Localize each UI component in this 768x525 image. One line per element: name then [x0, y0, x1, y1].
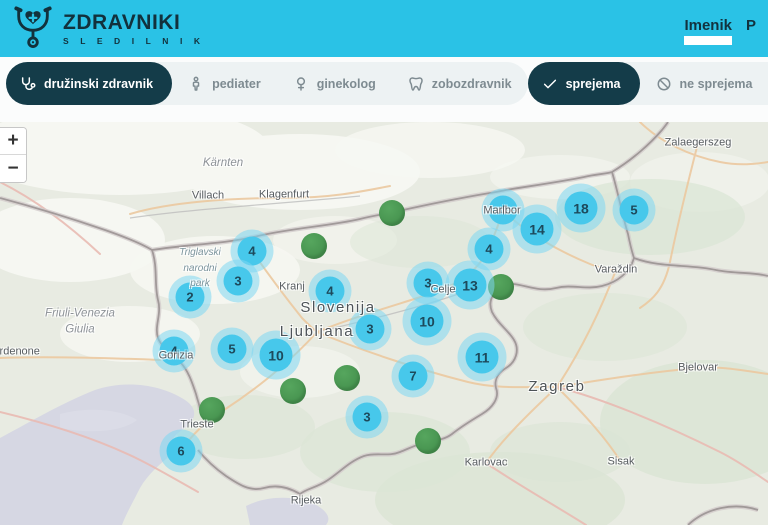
- cluster-marker-7[interactable]: 7: [399, 362, 428, 391]
- filter-druzinski-zdravnik-active[interactable]: družinski zdravnik: [6, 62, 172, 105]
- tooth-icon: [408, 76, 424, 92]
- filter-label: sprejema: [566, 77, 621, 91]
- header-nav: Imenik P: [684, 17, 756, 45]
- cluster-marker-18[interactable]: 18: [565, 192, 598, 225]
- cluster-count: 10: [419, 313, 435, 329]
- doctor-marker[interactable]: [488, 274, 514, 300]
- cluster-marker-5[interactable]: 5: [218, 335, 247, 364]
- check-icon: [542, 76, 558, 92]
- doctor-marker[interactable]: [379, 200, 405, 226]
- filter-sprejema-active[interactable]: sprejema: [528, 62, 640, 105]
- doctor-marker[interactable]: [415, 428, 441, 454]
- cluster-marker-2[interactable]: 2: [176, 283, 205, 312]
- doctor-type-filter-group: družinski zdravnik pediater ginekolog zoboz…: [6, 62, 528, 105]
- filter-label: zobozdravnik: [432, 77, 512, 91]
- stethoscope-heart-logo-icon: [12, 3, 54, 55]
- app-window: ZDRAVNIKI S L E D I L N I K Imenik P dru…: [0, 0, 768, 525]
- cluster-marker-4[interactable]: 4: [316, 277, 345, 306]
- nav-item-next-label: P: [746, 17, 756, 34]
- cluster-marker-5[interactable]: 5: [620, 196, 649, 225]
- cluster-marker-3[interactable]: 3: [224, 267, 253, 296]
- cluster-count: 4: [326, 284, 333, 299]
- map-canvas: [0, 122, 768, 525]
- cluster-count: 10: [268, 347, 284, 363]
- filter-label: ginekolog: [317, 77, 376, 91]
- filter-label: pediater: [212, 77, 261, 91]
- cluster-count: 13: [462, 277, 478, 293]
- cluster-count: 5: [630, 203, 637, 218]
- cluster-count: 3: [234, 274, 241, 289]
- nav-item-next-truncated[interactable]: P: [746, 17, 756, 34]
- doctor-marker[interactable]: [199, 397, 225, 423]
- cluster-count: 3: [363, 410, 370, 425]
- nav-item-imenik-label: Imenik: [684, 17, 732, 34]
- cluster-marker-3[interactable]: 3: [356, 315, 385, 344]
- cluster-marker-11[interactable]: 11: [466, 341, 499, 374]
- filter-bar: družinski zdravnik pediater ginekolog zoboz…: [0, 57, 768, 122]
- cluster-count: 6: [177, 444, 184, 459]
- cluster-marker-10[interactable]: 10: [411, 305, 444, 338]
- map-zoom-control: + −: [0, 127, 27, 183]
- cluster-count: 14: [529, 221, 545, 237]
- logo-title: ZDRAVNIKI: [63, 12, 205, 33]
- cluster-marker-13[interactable]: 13: [454, 269, 487, 302]
- filter-ne-sprejema[interactable]: ne sprejema: [640, 62, 768, 105]
- cluster-count: 3: [424, 276, 431, 291]
- doctor-marker[interactable]: [301, 233, 327, 259]
- cluster-count: 18: [573, 200, 589, 216]
- cluster-marker-3[interactable]: 3: [414, 269, 443, 298]
- cluster-marker-4[interactable]: 4: [160, 337, 189, 366]
- cluster-marker-10[interactable]: 10: [260, 339, 293, 372]
- nav-item-imenik[interactable]: Imenik: [684, 17, 732, 45]
- cluster-count: 4: [170, 344, 177, 359]
- cluster-count: 4: [248, 244, 255, 259]
- cluster-marker-4[interactable]: 4: [238, 237, 267, 266]
- cluster-count: 3: [366, 322, 373, 337]
- filter-pediater[interactable]: pediater: [172, 62, 277, 105]
- filter-label: ne sprejema: [680, 77, 753, 91]
- cluster-count: 11: [475, 349, 490, 365]
- cluster-count: 4: [485, 242, 492, 257]
- cluster-count: 5: [228, 342, 235, 357]
- cluster-marker-4[interactable]: 4: [489, 196, 518, 225]
- cluster-marker-4[interactable]: 4: [475, 235, 504, 264]
- cluster-count: 7: [409, 369, 416, 384]
- logo[interactable]: ZDRAVNIKI S L E D I L N I K: [12, 3, 205, 55]
- active-nav-underline: [684, 36, 732, 45]
- cluster-count: 2: [186, 290, 193, 305]
- doctor-marker[interactable]: [334, 365, 360, 391]
- zoom-out-button[interactable]: −: [0, 155, 26, 182]
- accepts-filter-group: sprejemane sprejemavsi: [528, 62, 768, 105]
- filter-label: družinski zdravnik: [44, 77, 153, 91]
- stethoscope-icon: [20, 76, 36, 92]
- ban-icon: [656, 76, 672, 92]
- cluster-marker-6[interactable]: 6: [167, 437, 196, 466]
- cluster-marker-3[interactable]: 3: [353, 403, 382, 432]
- logo-subtitle: S L E D I L N I K: [63, 36, 205, 46]
- female-icon: [293, 76, 309, 92]
- logo-text: ZDRAVNIKI S L E D I L N I K: [63, 12, 205, 46]
- app-header: ZDRAVNIKI S L E D I L N I K Imenik P: [0, 0, 768, 57]
- cluster-marker-14[interactable]: 14: [521, 213, 554, 246]
- zoom-in-button[interactable]: +: [0, 128, 26, 155]
- map[interactable]: 43243131031174510364185144 KärntenVillac…: [0, 122, 768, 525]
- child-icon: [188, 76, 204, 92]
- cluster-count: 4: [499, 203, 506, 218]
- filter-ginekolog[interactable]: ginekolog: [277, 62, 392, 105]
- filter-zobozdravnik[interactable]: zobozdravnik: [392, 62, 528, 105]
- doctor-marker[interactable]: [280, 378, 306, 404]
